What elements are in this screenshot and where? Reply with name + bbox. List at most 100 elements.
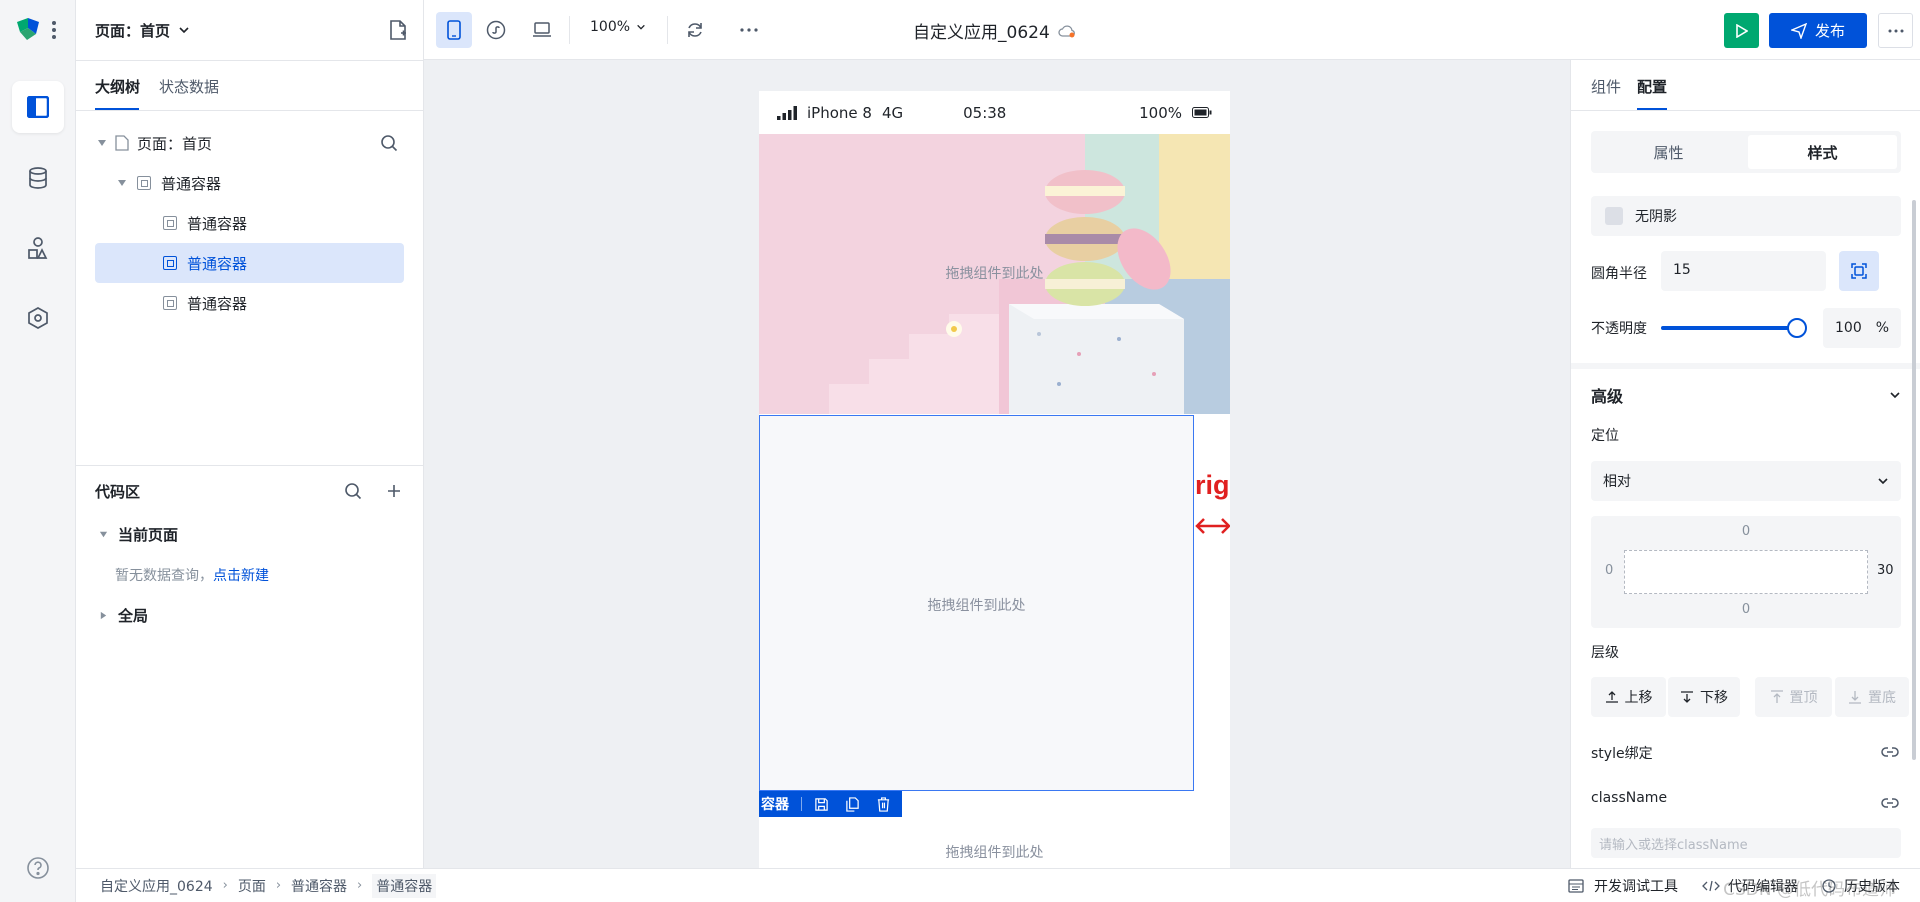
right-offset-annotation: right:30 [1195, 470, 1230, 500]
offset-left-value[interactable]: 0 [1605, 563, 1613, 578]
bring-top-button[interactable]: 置顶 [1755, 677, 1832, 717]
double-arrow-icon [1195, 518, 1230, 534]
more-menu-button[interactable] [1878, 13, 1913, 48]
opacity-slider-thumb[interactable] [1787, 318, 1807, 338]
classname-input[interactable]: 请输入或选择className [1591, 828, 1901, 858]
breadcrumb-item[interactable]: 自定义应用_0624 [100, 876, 213, 896]
left-rail [0, 0, 76, 902]
copy-icon[interactable] [845, 796, 860, 812]
breadcrumb-item[interactable]: 页面 [238, 876, 266, 896]
components-icon[interactable] [12, 222, 64, 274]
classname-label: className [1591, 790, 1668, 806]
settings-hex-icon[interactable] [12, 292, 64, 344]
code-editor-button[interactable]: 代码编辑器 [1728, 876, 1798, 896]
search-icon[interactable] [344, 482, 362, 500]
breadcrumb-item[interactable]: 普通容器 [372, 873, 437, 898]
create-query-link[interactable]: 点击新建 [213, 565, 269, 585]
offset-right-value[interactable]: 30 [1877, 563, 1894, 578]
tree-node-container[interactable]: 普通容器 [95, 203, 404, 243]
publish-label: 发布 [1814, 22, 1845, 40]
breadcrumb-item[interactable]: 普通容器 [291, 876, 347, 896]
outline-icon[interactable] [12, 81, 64, 133]
desktop-icon[interactable] [532, 21, 552, 39]
link-icon[interactable] [1881, 746, 1899, 758]
help-icon[interactable] [26, 856, 50, 880]
drop-hint-2: 拖拽组件到此处 [927, 598, 1026, 614]
move-up-button[interactable]: 上移 [1591, 677, 1666, 717]
offset-top-value[interactable]: 0 [1591, 524, 1901, 539]
position-select[interactable]: 相对 [1591, 461, 1901, 501]
zoom-value: 100% [590, 19, 631, 35]
publish-button[interactable]: 发布 [1769, 13, 1867, 48]
empty-query-hint: 暂无数据查询， 点击新建 [115, 565, 269, 585]
chevron-down-icon [179, 27, 189, 34]
move-up-label: 上移 [1624, 690, 1653, 706]
right-panel: 组件 配置 属性 样式 无阴影 圆角半径 15 不透明度 100 % 高级 定位… [1570, 60, 1920, 868]
tree-node-label: 页面：首页 [137, 134, 213, 153]
add-icon[interactable] [386, 483, 402, 499]
more-icon[interactable] [740, 28, 758, 32]
devtools-button[interactable]: 开发调试工具 [1594, 876, 1678, 896]
radius-input[interactable]: 15 [1661, 251, 1826, 291]
opacity-slider-fill [1661, 326, 1797, 330]
breadcrumb: 自定义应用_0624 › 页面 › 普通容器 › 普通容器 [100, 873, 437, 898]
tree-node-container[interactable]: 普通容器 [95, 163, 404, 203]
move-down-button[interactable]: 下移 [1668, 677, 1740, 717]
global-group[interactable]: 全局 [99, 605, 148, 626]
tab-state-data[interactable]: 状态数据 [159, 76, 219, 97]
position-value: 相对 [1603, 474, 1631, 490]
shadow-select[interactable]: 无阴影 [1591, 196, 1901, 236]
bring-top-label: 置顶 [1789, 690, 1818, 706]
tree-node-container[interactable]: 普通容器 [95, 283, 404, 323]
drop-hint-3: 拖拽组件到此处 [945, 845, 1044, 861]
tree-node-container-selected[interactable]: 普通容器 [95, 243, 404, 283]
code-icon [1702, 880, 1720, 891]
delete-icon[interactable] [876, 796, 891, 812]
zindex-label: 层级 [1591, 645, 1619, 661]
advanced-section-header[interactable]: 高级 [1591, 383, 1901, 407]
tab-config[interactable]: 配置 [1637, 76, 1667, 97]
app-logo[interactable] [14, 16, 60, 44]
tab-components[interactable]: 组件 [1591, 76, 1621, 97]
chevron-down-icon [637, 24, 645, 30]
battery-icon [1192, 107, 1212, 118]
empty-query-text: 暂无数据查询， [115, 568, 213, 584]
send-bottom-button[interactable]: 置底 [1835, 677, 1909, 717]
opacity-slider-track[interactable] [1661, 326, 1797, 330]
seg-style[interactable]: 样式 [1748, 135, 1897, 169]
tree-node-label: 普通容器 [161, 174, 222, 193]
search-icon[interactable] [380, 134, 398, 152]
devtools-icon [1568, 878, 1584, 893]
move-up-icon [1605, 691, 1618, 703]
offset-bottom-value[interactable]: 0 [1591, 602, 1901, 617]
refresh-icon[interactable] [685, 20, 705, 40]
status-tools: 开发调试工具 代码编辑器 历史版本 [1568, 876, 1920, 896]
tree-node-page[interactable]: 页面：首页 [95, 123, 404, 163]
offset-box-editor: 0 0 0 30 [1591, 516, 1901, 628]
radius-mode-icon[interactable] [1839, 251, 1879, 291]
prop-style-switch: 属性 样式 [1591, 131, 1901, 173]
current-page-group[interactable]: 当前页面 [99, 524, 178, 545]
link-icon[interactable] [1881, 797, 1899, 809]
breadcrumb-separator: › [222, 878, 228, 893]
tree-node-label: 普通容器 [187, 254, 248, 273]
container-icon [163, 216, 177, 230]
opacity-input[interactable]: 100 % [1823, 308, 1901, 348]
mini-program-icon[interactable] [486, 20, 506, 40]
tab-outline-tree[interactable]: 大纲树 [95, 76, 140, 97]
add-page-icon[interactable] [388, 19, 408, 41]
scrollbar-thumb[interactable] [1912, 200, 1916, 760]
breadcrumb-separator: › [275, 878, 282, 893]
current-page-label: 当前页面 [118, 526, 179, 544]
database-icon[interactable] [12, 152, 64, 204]
tree-node-label: 普通容器 [187, 214, 248, 233]
history-button[interactable]: 历史版本 [1844, 876, 1900, 896]
page-selector[interactable]: 页面：首页 [95, 18, 190, 42]
bottom-status-bar: 自定义应用_0624 › 页面 › 普通容器 › 普通容器 开发调试工具 代码编… [76, 868, 1920, 902]
seg-props[interactable]: 属性 [1591, 131, 1746, 173]
save-icon[interactable] [814, 797, 829, 812]
zoom-select[interactable]: 100% [590, 19, 646, 35]
shadow-value: 无阴影 [1635, 209, 1677, 225]
preview-button[interactable] [1724, 13, 1759, 48]
mobile-device-icon[interactable] [436, 12, 472, 48]
